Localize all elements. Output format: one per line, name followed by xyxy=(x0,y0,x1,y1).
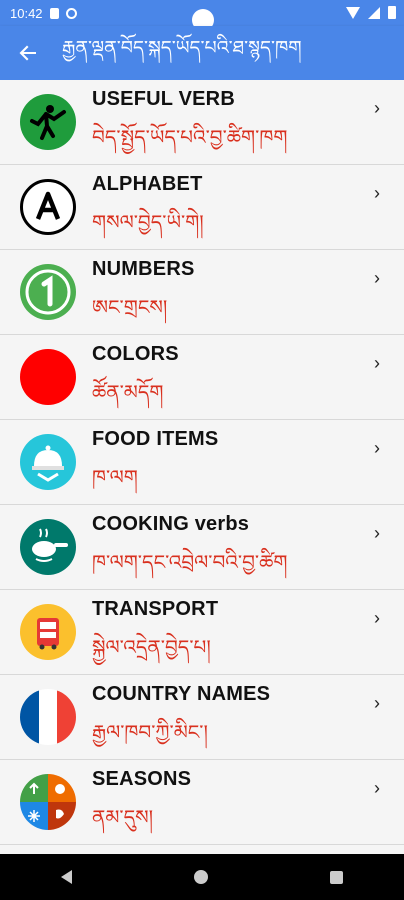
seasons-icon xyxy=(20,774,76,830)
category-list: USEFUL VERB བེད་སྤྱོད་ཡོད་པའི་བྱ་ཚིག་ཁག … xyxy=(0,80,404,854)
item-title: NUMBERS xyxy=(92,258,195,280)
list-item-numbers[interactable]: NUMBERS ཨང་གྲངས། › xyxy=(0,250,404,335)
nav-back-icon[interactable] xyxy=(61,870,72,884)
item-subtitle: ཁ་ལག xyxy=(92,465,138,489)
nav-home-icon[interactable] xyxy=(194,870,208,884)
list-item-seasons[interactable]: SEASONS ནམ་དུས། › xyxy=(0,760,404,845)
item-subtitle: རྒྱལ་ཁབ་ཀྱི་མིང་། xyxy=(92,720,208,744)
status-time: 10:42 xyxy=(10,5,43,21)
list-item-country-names[interactable]: COUNTRY NAMES རྒྱལ་ཁབ་ཀྱི་མིང་། › xyxy=(0,675,404,760)
item-title: TRANSPORT xyxy=(92,598,219,620)
item-subtitle: གསལ་བྱེད་ཡི་གེ། xyxy=(92,210,204,234)
frying-pan-icon xyxy=(20,519,76,575)
item-title: SEASONS xyxy=(92,768,192,790)
chevron-right-icon: › xyxy=(374,523,380,543)
back-button[interactable] xyxy=(0,26,56,80)
list-item-food-items[interactable]: FOOD ITEMS ཁ་ལག › xyxy=(0,420,404,505)
red-circle-icon xyxy=(20,349,76,405)
chevron-right-icon: › xyxy=(374,268,380,288)
cellular-signal-icon xyxy=(368,6,380,19)
list-item-cooking-verbs[interactable]: COOKING verbs ཁ་ལག་དང་འབྲེལ་བའི་བྱ་ཚིག › xyxy=(0,505,404,590)
chevron-right-icon: › xyxy=(374,98,380,118)
chevron-right-icon: › xyxy=(374,438,380,458)
arrow-left-icon xyxy=(19,45,36,61)
item-title: FOOD ITEMS xyxy=(92,428,219,450)
chevron-right-icon: › xyxy=(374,608,380,628)
item-subtitle: ཨང་གྲངས། xyxy=(92,295,168,319)
french-flag-icon xyxy=(20,689,76,745)
bus-icon xyxy=(20,604,76,660)
kick-person-icon xyxy=(20,94,76,150)
item-subtitle: བེད་སྤྱོད་ཡོད་པའི་བྱ་ཚིག་ཁག xyxy=(92,125,288,149)
list-item-colors[interactable]: COLORS ཚོན་མདོག › xyxy=(0,335,404,420)
list-item-alphabet[interactable]: ALPHABET གསལ་བྱེད་ཡི་གེ། › xyxy=(0,165,404,250)
item-title: ALPHABET xyxy=(92,173,203,195)
app-bar: རྒྱན་ལྡན་བོད་སྐད་ཡོད་པའི་ཐ་སྙད་ཁག xyxy=(0,26,404,80)
chevron-right-icon: › xyxy=(374,353,380,373)
item-subtitle: ནམ་དུས། xyxy=(92,805,154,829)
item-subtitle: ཁ་ལག་དང་འབྲེལ་བའི་བྱ་ཚིག xyxy=(92,550,288,574)
sync-icon xyxy=(65,7,77,19)
battery-icon xyxy=(388,6,396,19)
item-subtitle: ཚོན་མདོག xyxy=(92,380,164,404)
chevron-right-icon: › xyxy=(374,693,380,713)
item-title: USEFUL VERB xyxy=(92,88,235,110)
item-subtitle: སྐྱེལ་འདྲེན་བྱེད་པ། xyxy=(92,635,211,659)
number-one-icon xyxy=(20,264,76,320)
item-title: COOKING verbs xyxy=(92,513,250,535)
letter-a-icon xyxy=(20,179,76,235)
chevron-right-icon: › xyxy=(374,778,380,798)
item-title: COUNTRY NAMES xyxy=(92,683,271,705)
list-item-useful-verb[interactable]: USEFUL VERB བེད་སྤྱོད་ཡོད་པའི་བྱ་ཚིག་ཁག … xyxy=(0,80,404,165)
status-bar: 10:42 xyxy=(0,0,404,31)
system-nav-bar xyxy=(0,854,404,900)
food-cloche-icon xyxy=(20,434,76,490)
chevron-right-icon: › xyxy=(374,183,380,203)
page-title: རྒྱན་ལྡན་བོད་སྐད་ཡོད་པའི་ཐ་སྙད་ཁག xyxy=(62,37,302,59)
sim-card-icon xyxy=(49,7,59,19)
nav-recents-icon[interactable] xyxy=(330,870,343,884)
list-item-transport[interactable]: TRANSPORT སྐྱེལ་འདྲེན་བྱེད་པ། › xyxy=(0,590,404,675)
item-title: COLORS xyxy=(92,343,179,365)
wifi-icon xyxy=(346,6,360,19)
